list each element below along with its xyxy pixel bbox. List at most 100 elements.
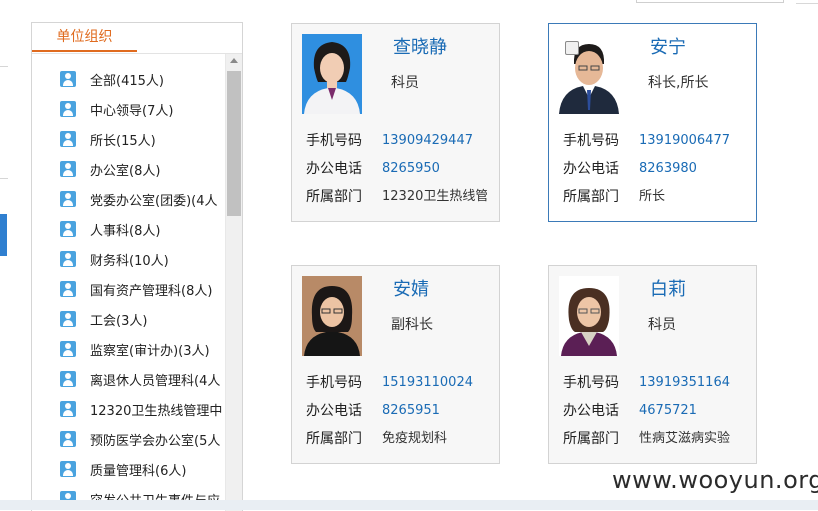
office-phone-value[interactable]: 8263980: [639, 159, 744, 179]
office-phone-label: 办公电话: [563, 403, 619, 419]
mobile-value[interactable]: 15193110024: [382, 373, 487, 393]
search-input[interactable]: [636, 0, 784, 3]
select-checkbox[interactable]: [565, 41, 579, 55]
office-phone-label: 办公电话: [306, 161, 362, 177]
scrollbar[interactable]: [225, 54, 242, 511]
org-unit-label: 离退休人员管理科(4人: [90, 373, 221, 389]
contact-photo: [302, 34, 362, 114]
user-icon: [60, 431, 76, 447]
department-value: 免疫规划科: [382, 431, 448, 446]
mobile-label: 手机号码: [563, 133, 619, 149]
department-label: 所属部门: [306, 431, 362, 447]
mobile-label: 手机号码: [306, 133, 362, 149]
user-icon: [60, 281, 76, 297]
user-icon: [60, 101, 76, 117]
mobile-value[interactable]: 13919006477: [639, 131, 744, 151]
department-row: 所属部门 性病艾滋病实验: [563, 429, 744, 449]
user-icon: [60, 161, 76, 177]
contact-card[interactable]: 查晓静 科员 手机号码 13909429447 办公电话 8265950 所属部门 1…: [291, 23, 500, 222]
mobile-row: 手机号码 13909429447: [306, 131, 487, 151]
user-icon: [60, 371, 76, 387]
divider: [0, 178, 8, 179]
office-phone-row: 办公电话 4675721: [563, 401, 744, 421]
contact-title: 科长,所长: [648, 75, 709, 91]
user-icon: [60, 251, 76, 267]
nav-accent[interactable]: [0, 214, 7, 256]
contact-name[interactable]: 查晓静: [393, 34, 447, 62]
user-icon: [60, 131, 76, 147]
org-unit-label: 预防医学会办公室(5人: [90, 433, 221, 449]
contact-photo: [559, 276, 619, 356]
mobile-label: 手机号码: [306, 375, 362, 391]
office-phone-row: 办公电话 8265951: [306, 401, 487, 421]
org-unit-item[interactable]: 所长(15人): [60, 128, 156, 150]
org-unit-item[interactable]: 全部(415人): [60, 68, 164, 90]
org-unit-label: 办公室(8人): [90, 163, 161, 179]
org-unit-item[interactable]: 工会(3人): [60, 308, 147, 330]
office-phone-row: 办公电话 8265950: [306, 159, 487, 179]
org-unit-label: 中心领导(7人): [90, 103, 174, 119]
divider: [796, 3, 818, 4]
contact-card[interactable]: 白莉 科员 手机号码 13919351164 办公电话 4675721 所属部门 性病…: [548, 265, 757, 464]
org-unit-item[interactable]: 12320卫生热线管理中: [60, 398, 222, 420]
office-phone-value[interactable]: 4675721: [639, 401, 744, 421]
scroll-up-arrow-icon[interactable]: [230, 58, 238, 63]
contact-card-selected[interactable]: 安宁 科长,所长 手机号码 13919006477 办公电话 8263980 所属部…: [548, 23, 757, 222]
org-unit-label: 全部(415人): [90, 73, 164, 89]
user-icon: [60, 191, 76, 207]
org-unit-label: 质量管理科(6人): [90, 463, 187, 479]
contact-title: 科员: [648, 317, 676, 333]
org-unit-item[interactable]: 中心领导(7人): [60, 98, 173, 120]
department-value: 所长: [639, 189, 666, 204]
org-unit-label: 国有资产管理科(8人): [90, 283, 213, 299]
mobile-row: 手机号码 13919006477: [563, 131, 744, 151]
contact-title: 科员: [391, 75, 419, 91]
user-icon: [60, 311, 76, 327]
org-unit-label: 工会(3人): [90, 313, 148, 329]
department-row: 所属部门 所长: [563, 187, 744, 207]
divider: [0, 66, 8, 67]
scrollbar-thumb[interactable]: [227, 71, 241, 216]
org-unit-item[interactable]: 国有资产管理科(8人): [60, 278, 212, 300]
mobile-label: 手机号码: [563, 375, 619, 391]
user-icon: [60, 221, 76, 237]
org-unit-item[interactable]: 人事科(8人): [60, 218, 160, 240]
org-unit-item[interactable]: 办公室(8人): [60, 158, 160, 180]
user-icon: [60, 401, 76, 417]
mobile-value[interactable]: 13909429447: [382, 131, 487, 151]
mobile-row: 手机号码 15193110024: [306, 373, 487, 393]
org-unit-item[interactable]: 预防医学会办公室(5人: [60, 428, 220, 450]
department-label: 所属部门: [563, 189, 619, 205]
left-panel-edge: [0, 0, 8, 510]
contact-name[interactable]: 安婧: [393, 276, 429, 304]
contact-photo: [302, 276, 362, 356]
org-unit-label: 人事科(8人): [90, 223, 161, 239]
org-unit-item[interactable]: 党委办公室(团委)(4人: [60, 188, 218, 210]
org-unit-label: 党委办公室(团委)(4人: [90, 193, 218, 209]
org-unit-label: 12320卫生热线管理中: [90, 403, 223, 419]
user-icon: [60, 341, 76, 357]
tab-org-units[interactable]: 单位组织: [32, 27, 137, 52]
user-icon: [60, 461, 76, 477]
office-phone-label: 办公电话: [563, 161, 619, 177]
user-icon: [60, 71, 76, 87]
org-unit-item[interactable]: 财务科(10人): [60, 248, 169, 270]
contact-name[interactable]: 安宁: [650, 34, 686, 62]
watermark: www.wooyun.org: [612, 466, 818, 494]
office-phone-value[interactable]: 8265950: [382, 159, 487, 179]
org-unit-item[interactable]: 监察室(审计办)(3人): [60, 338, 210, 360]
department-value: 性病艾滋病实验: [639, 431, 731, 446]
org-unit-label: 监察室(审计办)(3人): [90, 343, 210, 359]
office-phone-value[interactable]: 8265951: [382, 401, 487, 421]
department-label: 所属部门: [563, 431, 619, 447]
office-phone-label: 办公电话: [306, 403, 362, 419]
bottom-bar: [0, 500, 818, 510]
department-value: 12320卫生热线管: [382, 189, 487, 204]
contact-name[interactable]: 白莉: [650, 276, 686, 304]
org-unit-panel: 单位组织 全部(415人) 中心领导(7人) 所长(15人) 办公室(8人) 党…: [31, 22, 243, 511]
org-unit-item[interactable]: 离退休人员管理科(4人: [60, 368, 220, 390]
contact-card[interactable]: 安婧 副科长 手机号码 15193110024 办公电话 8265951 所属部门 免…: [291, 265, 500, 464]
panel-header: 单位组织: [32, 23, 242, 54]
org-unit-item[interactable]: 质量管理科(6人): [60, 458, 186, 480]
mobile-value[interactable]: 13919351164: [639, 373, 744, 393]
